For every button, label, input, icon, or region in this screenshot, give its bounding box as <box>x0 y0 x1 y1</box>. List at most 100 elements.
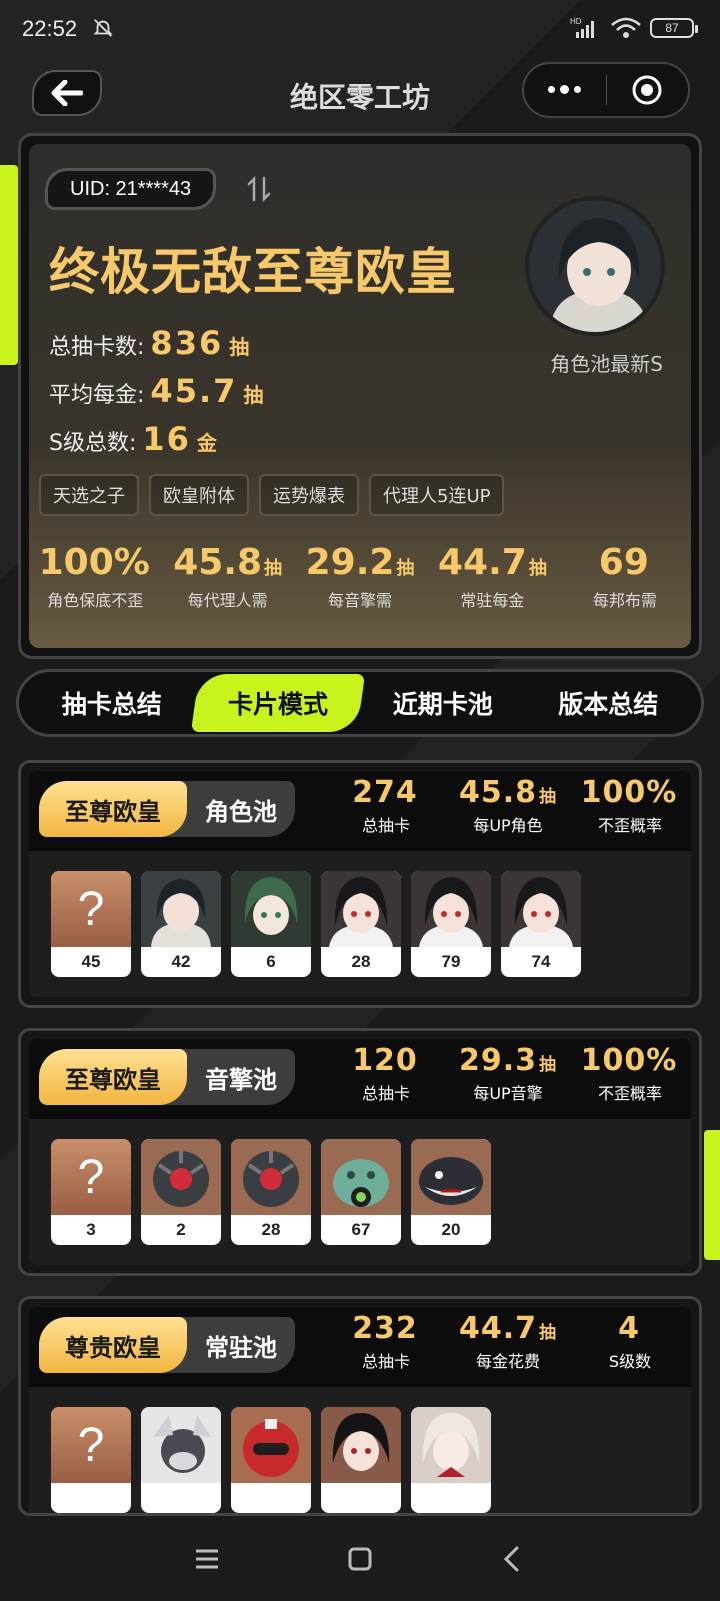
tab-label: 卡片模式 <box>227 690 328 719</box>
tab-pull-summary[interactable]: 抽卡总结 <box>29 674 195 732</box>
summary-unit: 抽 <box>396 558 415 579</box>
pool-cards: ? 45 42 6 28 79 74 <box>29 851 691 997</box>
character-card[interactable]: 79 <box>411 871 491 977</box>
pool-stat-value: 274 <box>352 775 418 810</box>
engine-card[interactable]: 20 <box>411 1139 491 1245</box>
pool-stat: 100% 不歪概率 <box>569 1043 691 1104</box>
card-count: 28 <box>351 952 371 971</box>
miniapp-capsule <box>522 62 690 118</box>
engine-card[interactable]: 67 <box>321 1139 401 1245</box>
pool-stat-label: 总抽卡 <box>361 816 410 835</box>
character-card[interactable]: 28 <box>321 871 401 977</box>
character-card[interactable]: 6 <box>231 871 311 977</box>
pool-stat: 120 总抽卡 <box>325 1043 447 1104</box>
summary-value: 29.2 <box>305 542 395 583</box>
summary-label: 角色保底不歪 <box>47 591 144 610</box>
pool-cards: ? <box>29 1387 691 1513</box>
character-card[interactable] <box>141 1407 221 1513</box>
pool-cards: ? 3 2 28 67 20 <box>29 1119 691 1265</box>
pool-rank-pill: 尊贵欧皇 常驻池 <box>39 1317 295 1373</box>
pool-rank-pill: 至尊欧皇 角色池 <box>39 781 295 837</box>
status-indicators: HD 87 <box>570 16 698 40</box>
character-card[interactable] <box>411 1407 491 1513</box>
pool-stat-label: 不歪概率 <box>597 816 662 835</box>
decor-strip-right <box>704 1130 720 1260</box>
avg-gold-value: 45.7 <box>150 372 238 410</box>
tab-recent-pools[interactable]: 近期卡池 <box>360 674 526 732</box>
question-icon: ? <box>51 1407 131 1483</box>
tab-version-summary[interactable]: 版本总结 <box>526 674 692 732</box>
pool-stat: 29.3 抽每UP音擎 <box>447 1043 569 1104</box>
profile-card: UID: 21****43 终极无敌至尊欧皇 总抽卡数: 836 抽 平均每金:… <box>18 133 702 659</box>
unknown-card[interactable]: ? 3 <box>51 1139 131 1245</box>
unknown-card[interactable]: ? <box>51 1407 131 1513</box>
home-icon[interactable] <box>345 1544 375 1574</box>
tag: 天选之子 <box>39 474 139 516</box>
tab-label: 版本总结 <box>558 690 659 719</box>
unknown-card[interactable]: ? 45 <box>51 871 131 977</box>
tag: 欧皇附体 <box>149 474 249 516</box>
engine-card[interactable]: 2 <box>141 1139 221 1245</box>
tab-card-mode[interactable]: 卡片模式 <box>190 674 365 732</box>
unit-label: 抽 <box>229 335 250 359</box>
pool-rank: 至尊欧皇 <box>39 1049 187 1105</box>
card-count: 3 <box>86 1220 96 1239</box>
engine-card[interactable]: 28 <box>231 1139 311 1245</box>
bell-muted-icon <box>93 19 113 37</box>
total-pulls-line: 总抽卡数: 836 抽 <box>49 324 249 362</box>
pool-name: 音擎池 <box>205 1065 277 1094</box>
pool-stat-label: 不歪概率 <box>597 1084 662 1103</box>
pool-stat-value: 4 <box>618 1311 640 1346</box>
character-portrait-icon <box>231 871 311 947</box>
pool-card-character: 至尊欧皇 角色池 274 总抽卡 45.8 抽每UP角色 100% 不歪概率 ? 45 … <box>18 760 702 1008</box>
close-miniapp-button[interactable] <box>606 74 688 106</box>
menu-icon[interactable] <box>192 1544 222 1574</box>
battery-indicator: 87 <box>650 18 698 38</box>
character-portrait-icon <box>411 871 491 947</box>
character-card[interactable]: 42 <box>141 871 221 977</box>
tag: 运势爆表 <box>259 474 359 516</box>
swap-icon[interactable] <box>247 176 271 202</box>
s-total-value: 16 <box>142 420 191 458</box>
s-total-label: S级总数: <box>49 431 137 456</box>
summary-unit: 抽 <box>528 558 547 579</box>
pool-stat-label: 总抽卡 <box>361 1084 410 1103</box>
pool-stat-unit: 抽 <box>539 787 558 807</box>
unit-label: 抽 <box>243 383 264 407</box>
character-portrait-icon <box>321 871 401 947</box>
summary-value: 44.7 <box>438 542 527 583</box>
avg-gold-line: 平均每金: 45.7 抽 <box>49 372 263 410</box>
summary-value: 45.8 <box>173 542 263 583</box>
pool-stat-value: 100% <box>580 775 678 810</box>
wifi-icon <box>611 17 641 38</box>
character-portrait-icon <box>411 1407 491 1483</box>
character-portrait-icon <box>501 871 581 947</box>
tag-list: 天选之子 欧皇附体 运势爆表 代理人5连UP <box>39 474 505 516</box>
avg-gold-label: 平均每金: <box>49 383 145 408</box>
pool-stat-label: 每UP音擎 <box>473 1084 543 1103</box>
card-count <box>321 1483 401 1513</box>
character-card[interactable] <box>321 1407 401 1513</box>
total-pulls-value: 836 <box>150 324 224 362</box>
wengine-icon <box>321 1139 401 1215</box>
card-count: 45 <box>81 952 101 971</box>
pool-stat-label: 总抽卡 <box>361 1352 410 1371</box>
pool-stat-value: 45.8 <box>458 775 538 810</box>
character-portrait-icon <box>141 871 221 947</box>
question-icon: ? <box>51 1139 131 1215</box>
card-count: 2 <box>176 1220 186 1239</box>
signal-icon: HD <box>570 17 594 38</box>
character-card[interactable] <box>231 1407 311 1513</box>
summary-stat: 44.7 抽 常驻每金 <box>426 542 558 611</box>
more-button[interactable] <box>524 85 606 94</box>
wengine-icon <box>411 1139 491 1215</box>
rank-title: 终极无敌至尊欧皇 <box>49 243 457 301</box>
summary-value: 69 <box>598 542 649 583</box>
pool-stat-label: S级数 <box>608 1352 652 1371</box>
summary-stat: 29.2 抽 每音擎需 <box>294 542 426 611</box>
pool-stat: 44.7 抽每金花费 <box>447 1311 569 1372</box>
summary-value: 100% <box>38 542 150 583</box>
card-count <box>411 1483 491 1513</box>
character-card[interactable]: 74 <box>501 871 581 977</box>
back-nav-icon[interactable] <box>498 1544 528 1574</box>
